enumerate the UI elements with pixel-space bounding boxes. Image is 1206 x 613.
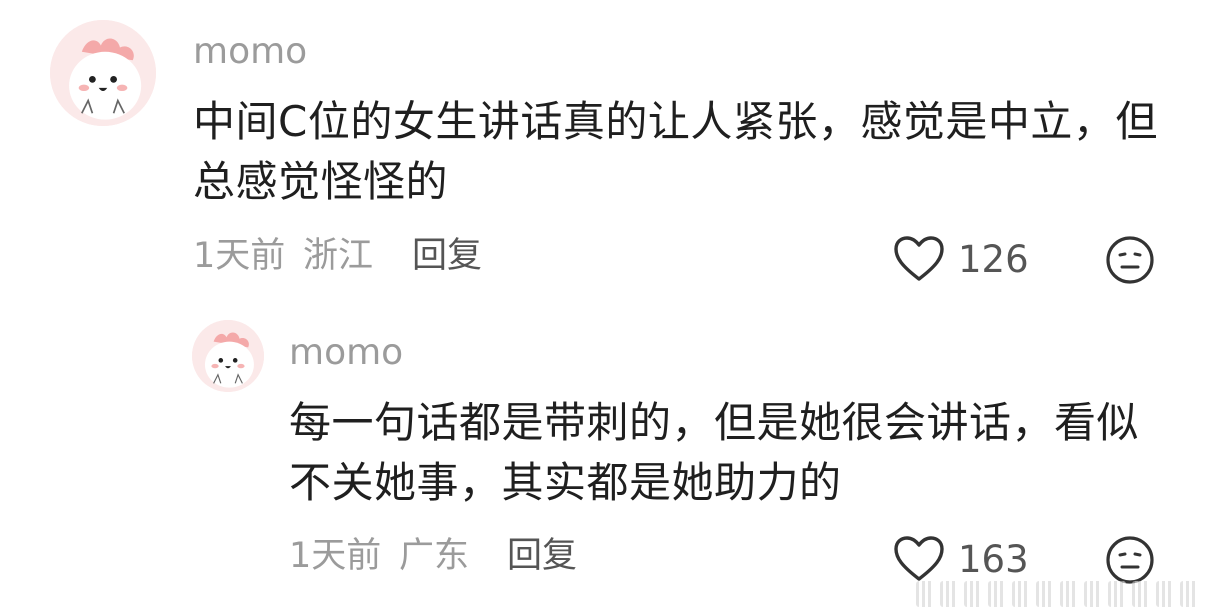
cartoon-avatar-icon	[192, 320, 264, 392]
comment-location: 广东	[399, 536, 470, 576]
meh-face-icon[interactable]	[1104, 534, 1156, 586]
watermark-glyph	[964, 581, 982, 607]
watermark-glyph	[1012, 581, 1030, 607]
meh-face-icon[interactable]	[1104, 234, 1156, 286]
comment-text: 中间C位的女生讲话真的让人紧张，感觉是中立，但 总感觉怪怪的	[193, 92, 1173, 212]
like-count: 163	[958, 538, 1029, 581]
watermark-glyph	[1060, 581, 1078, 607]
reply-button[interactable]: 回复	[507, 536, 577, 576]
comment-text-line: 不关她事，其实都是她助力的	[289, 458, 842, 507]
cartoon-avatar-icon	[50, 20, 156, 126]
comment-time: 1天前	[193, 236, 286, 276]
watermark-glyph	[1036, 581, 1054, 607]
comment-text: 每一句话都是带刺的，但是她很会讲话，看似 不关她事，其实都是她助力的	[289, 393, 1179, 513]
watermark-glyph	[1180, 581, 1198, 607]
watermark-glyph	[988, 581, 1006, 607]
avatar[interactable]	[192, 320, 264, 392]
heart-outline-icon[interactable]	[892, 234, 946, 284]
watermark	[916, 581, 1198, 609]
comment-username[interactable]: momo	[289, 333, 403, 373]
heart-outline-icon[interactable]	[892, 534, 946, 584]
reply-button[interactable]: 回复	[412, 236, 482, 276]
comment-text-line: 总感觉怪怪的	[193, 157, 449, 206]
comment-text-line: 中间C位的女生讲话真的让人紧张，感觉是中立，但	[193, 97, 1158, 146]
watermark-glyph	[1156, 581, 1174, 607]
comment-text-line: 每一句话都是带刺的，但是她很会讲话，看似	[289, 398, 1140, 447]
watermark-glyph	[1084, 581, 1102, 607]
watermark-glyph	[1132, 581, 1150, 607]
avatar[interactable]	[50, 20, 156, 126]
like-count: 126	[958, 238, 1029, 281]
watermark-glyph	[940, 581, 958, 607]
watermark-glyph	[916, 581, 934, 607]
comment-location: 浙江	[303, 236, 374, 276]
comment-username[interactable]: momo	[193, 32, 307, 72]
watermark-glyph	[1108, 581, 1126, 607]
comment-time: 1天前	[289, 536, 382, 576]
